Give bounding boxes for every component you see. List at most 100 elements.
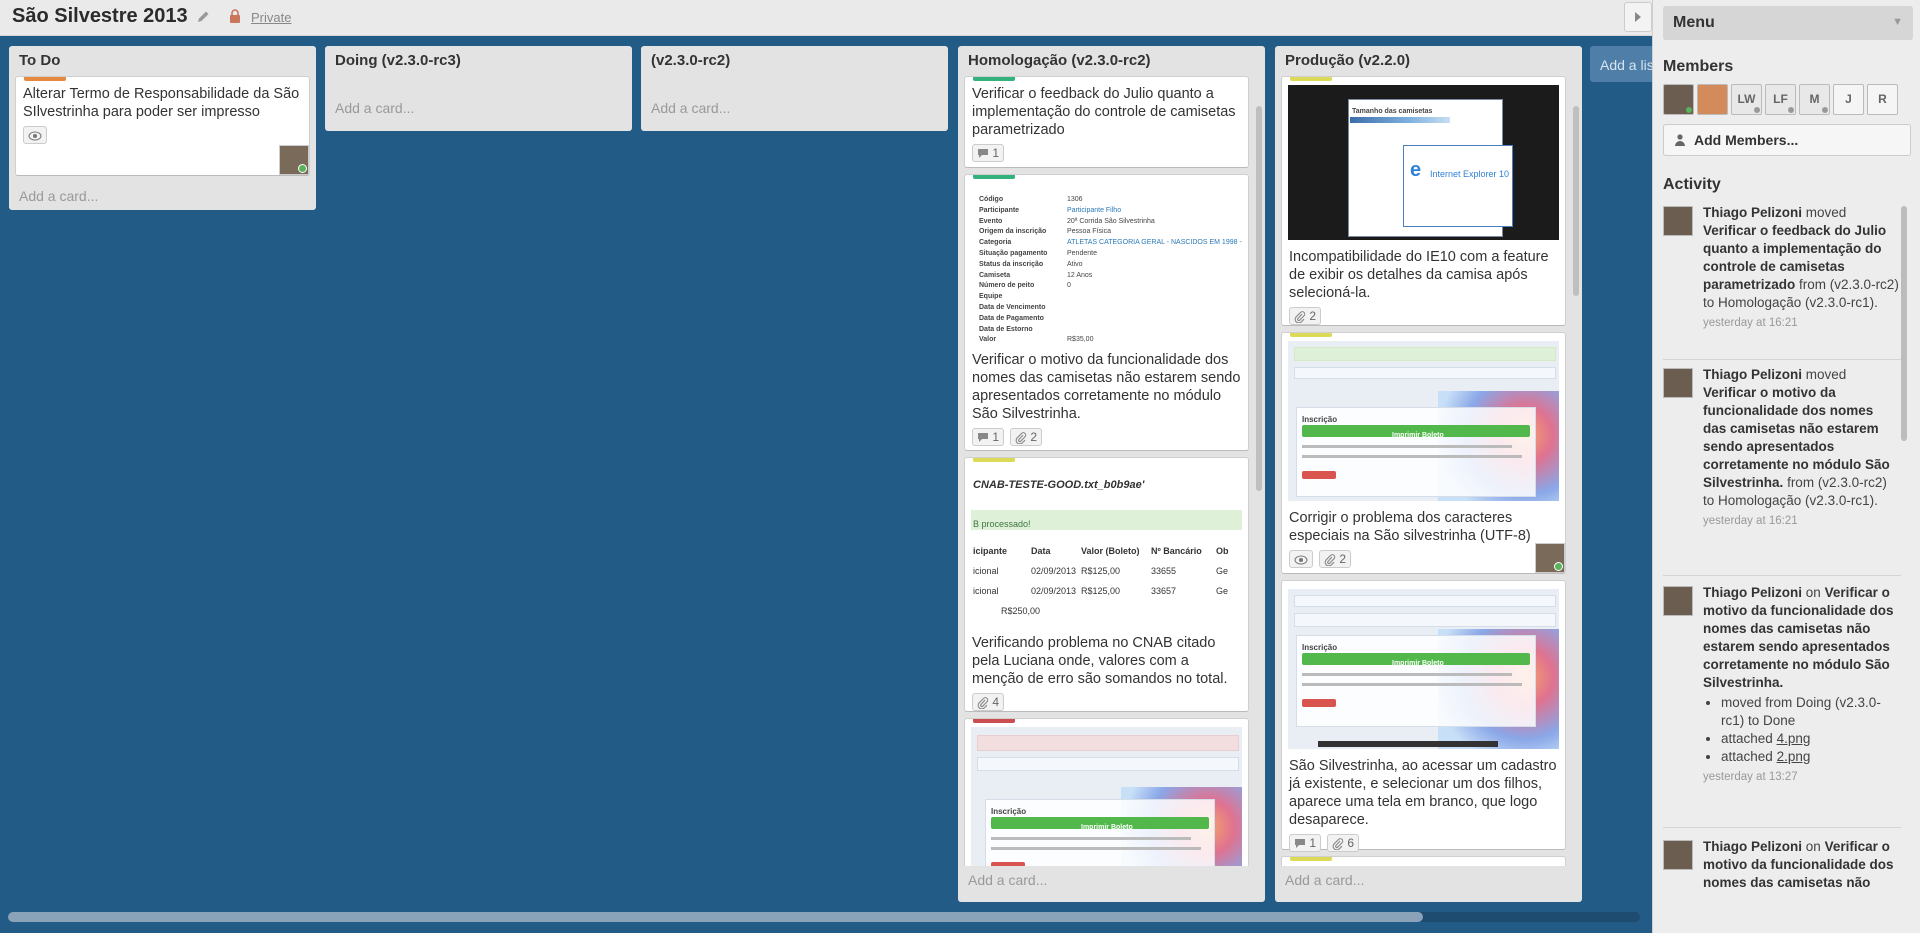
menu-button[interactable]: Menu ▼	[1663, 6, 1913, 40]
thumbnail-table-cell: R$125,00	[1081, 586, 1121, 596]
thumbnail-button-label: Imprimir Boleto	[1081, 824, 1133, 831]
card-label	[24, 77, 66, 81]
thumbnail-line	[1302, 683, 1522, 686]
add-card-link[interactable]: Add a card...	[1275, 866, 1582, 894]
thumbnail-table-total: R$250,00	[1001, 606, 1041, 616]
member-avatar[interactable]	[1697, 84, 1728, 115]
card-nomes-camisetas[interactable]: Código 1306 Participante Participante Filho…	[964, 174, 1249, 451]
card-title: Verificar o feedback do Julio quanto a i…	[972, 86, 1236, 138]
list-title[interactable]: Homologação (v2.3.0-rc2)	[958, 46, 1265, 76]
comment-icon	[978, 149, 988, 159]
play-icon	[1635, 12, 1641, 22]
activity-user[interactable]: Thiago Pelizoni	[1703, 839, 1802, 854]
thumbnail-button-label: Imprimir Boleto	[1392, 660, 1444, 667]
pencil-icon[interactable]	[196, 10, 210, 24]
card-partial[interactable]	[1281, 856, 1566, 866]
card-title: Verificar o motivo da funcionalidade dos…	[972, 352, 1241, 422]
sidebar-scrollbar[interactable]	[1901, 206, 1907, 441]
card-thumbnail: Inscrição Imprimir Boleto	[971, 727, 1242, 866]
card-title: Verificando problema no CNAB citado pela…	[972, 635, 1228, 687]
card-feedback-julio[interactable]: Verificar o feedback do Julio quanto a i…	[964, 76, 1249, 168]
member-avatar-lw[interactable]: LW	[1731, 84, 1762, 115]
thumbnail-table-cell: icional	[973, 566, 999, 576]
list-scrollbar[interactable]	[1256, 106, 1262, 491]
add-card-link[interactable]: Add a card...	[641, 94, 948, 122]
add-members-button[interactable]: Add Members...	[1663, 124, 1911, 156]
activity-verb: moved	[1805, 205, 1847, 220]
thumbnail-red-button	[1302, 471, 1336, 479]
add-card-link[interactable]: Add a card...	[9, 182, 316, 210]
list-title[interactable]: (v2.3.0-rc2)	[641, 46, 948, 76]
card-title: Corrigir o problema dos caracteres espec…	[1289, 510, 1531, 544]
attachments-count: 6	[1347, 836, 1355, 850]
list-scrollbar[interactable]	[1573, 106, 1579, 296]
activity-time: yesterday at 16:21	[1703, 515, 1798, 527]
thumbnail-button-label: Imprimir Boleto	[1392, 432, 1444, 439]
watch-badge	[23, 126, 47, 144]
member-avatar[interactable]	[1663, 840, 1693, 870]
paperclip-icon	[1332, 838, 1344, 851]
board-scrollbar-thumb[interactable]	[8, 912, 1423, 922]
attachments-badge: 2	[1289, 307, 1322, 325]
activity-card-link[interactable]: Verificar o motivo da funcionalidade dos…	[1703, 585, 1894, 690]
member-avatar-j[interactable]: J	[1833, 84, 1864, 115]
thumbnail-navbar	[1294, 367, 1556, 379]
activity-verb: on	[1805, 839, 1821, 854]
card-tela-em-branco[interactable]: Inscrição Imprimir Boleto São Silvestrin…	[1281, 580, 1566, 852]
activity-user[interactable]: Thiago Pelizoni	[1703, 585, 1802, 600]
activity-body: Thiago Pelizoni on Verificar o motivo da…	[1703, 584, 1899, 786]
activity-time: yesterday at 16:21	[1703, 317, 1798, 329]
card-thumbnail: Código 1306 Participante Participante Filho…	[971, 183, 1242, 343]
add-list-link[interactable]: Add a list...	[1590, 46, 1652, 82]
sidebar-toggle-button[interactable]	[1624, 2, 1652, 32]
member-avatar[interactable]	[1663, 206, 1693, 236]
member-avatar[interactable]	[1663, 368, 1693, 398]
member-avatar[interactable]	[1663, 84, 1694, 115]
comment-icon	[978, 433, 988, 443]
card-alterar-termo[interactable]: Alterar Termo de Responsabilidade da São…	[15, 76, 310, 176]
list-title[interactable]: Doing (v2.3.0-rc3)	[325, 46, 632, 76]
card-badges: 1 6	[1289, 834, 1558, 852]
member-avatar[interactable]	[1663, 586, 1693, 616]
activity-user[interactable]: Thiago Pelizoni	[1703, 205, 1802, 220]
member-avatar-m[interactable]: M	[1799, 84, 1830, 115]
activity-user[interactable]: Thiago Pelizoni	[1703, 367, 1802, 382]
add-card-link[interactable]: Add a card...	[325, 94, 632, 122]
card-inscricao-screenshot[interactable]: Inscrição Imprimir Boleto	[964, 718, 1249, 866]
privacy-link[interactable]: Private	[251, 10, 291, 25]
card-ie10[interactable]: Tamanho das camisetas e Internet Explore…	[1281, 76, 1566, 326]
activity-item: Thiago Pelizoni moved Verificar o motivo…	[1663, 367, 1901, 576]
list-title[interactable]: To Do	[9, 46, 316, 76]
activity-sub-list: moved from Doing (v2.3.0-rc1) to Done at…	[1721, 694, 1899, 766]
caret-down-icon: ▼	[1892, 16, 1903, 28]
activity-sub-item: attached 4.png	[1721, 730, 1899, 748]
comments-count: 1	[992, 146, 1000, 160]
thumbnail-field-value: 0	[1067, 282, 1071, 290]
thumbnail-table-header: Data	[1031, 546, 1051, 556]
thumbnail-table-cell: 02/09/2013	[1031, 586, 1077, 596]
attachment-link[interactable]: 2.png	[1777, 749, 1811, 764]
member-avatar[interactable]	[279, 145, 309, 175]
add-members-label: Add Members...	[1694, 132, 1799, 148]
thumbnail-line	[991, 837, 1191, 840]
card-utf8[interactable]: Inscrição Imprimir Boleto Corrigir o pro…	[1281, 332, 1566, 574]
card-badges	[23, 126, 302, 144]
member-avatar-lf[interactable]: LF	[1765, 84, 1796, 115]
activity-sub-item: attached 2.png	[1721, 748, 1899, 766]
member-avatar-r[interactable]: R	[1867, 84, 1898, 115]
thumbnail-table-cell: icional	[973, 586, 999, 596]
member-avatar[interactable]	[1535, 543, 1565, 573]
card-label	[973, 719, 1015, 723]
card-cnab[interactable]: CNAB-TESTE-GOOD.txt_b0b9ae' B processado…	[964, 457, 1249, 712]
menu-label: Menu	[1673, 14, 1715, 31]
attachment-link[interactable]: 4.png	[1777, 731, 1811, 746]
add-card-link[interactable]: Add a card...	[958, 866, 1265, 894]
card-title: Alterar Termo de Responsabilidade da São…	[23, 86, 300, 120]
list-title[interactable]: Produção (v2.2.0)	[1275, 46, 1582, 76]
card-badges: 4	[972, 693, 1241, 711]
thumbnail-line	[1302, 455, 1522, 458]
thumbnail-table-header: Valor (Boleto)	[1081, 546, 1140, 556]
activity-time: yesterday at 13:27	[1703, 771, 1798, 783]
attachments-badge: 6	[1327, 834, 1360, 852]
board-title[interactable]: São Silvestre 2013	[12, 5, 188, 28]
